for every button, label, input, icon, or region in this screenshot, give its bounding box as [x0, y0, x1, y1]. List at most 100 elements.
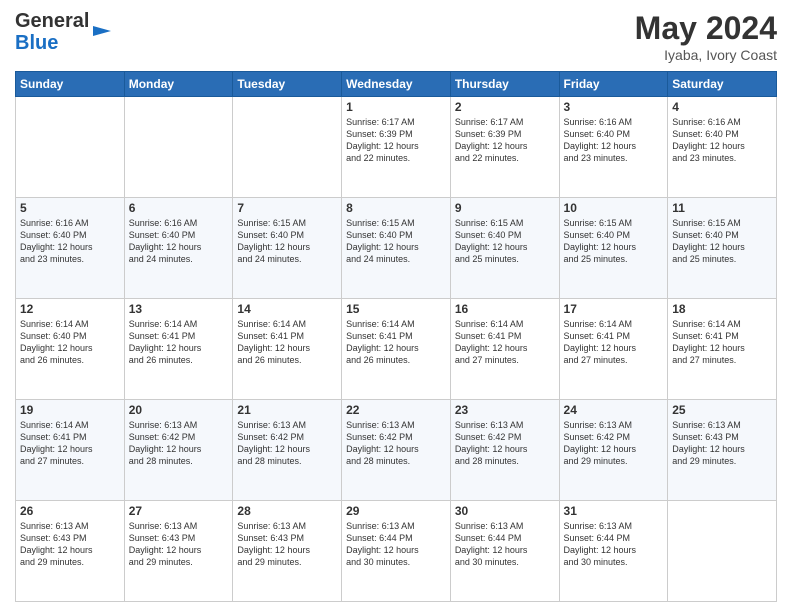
- day-number: 19: [20, 403, 120, 417]
- logo-arrow-icon: [93, 22, 111, 40]
- logo-text-block: General Blue: [15, 10, 111, 54]
- day-number: 31: [564, 504, 664, 518]
- day-info: Sunrise: 6:16 AM Sunset: 6:40 PM Dayligh…: [20, 217, 120, 266]
- calendar-cell: 13 Sunrise: 6:14 AM Sunset: 6:41 PM Dayli…: [124, 299, 233, 400]
- page-subtitle: Iyaba, Ivory Coast: [635, 47, 777, 63]
- day-info: Sunrise: 6:16 AM Sunset: 6:40 PM Dayligh…: [129, 217, 229, 266]
- calendar-day-header: Friday: [559, 72, 668, 97]
- day-info: Sunrise: 6:14 AM Sunset: 6:41 PM Dayligh…: [129, 318, 229, 367]
- day-info: Sunrise: 6:17 AM Sunset: 6:39 PM Dayligh…: [346, 116, 446, 165]
- calendar-cell: 1 Sunrise: 6:17 AM Sunset: 6:39 PM Daylig…: [342, 97, 451, 198]
- calendar-day-header: Wednesday: [342, 72, 451, 97]
- calendar-cell: 28 Sunrise: 6:13 AM Sunset: 6:43 PM Dayli…: [233, 501, 342, 602]
- day-number: 12: [20, 302, 120, 316]
- day-info: Sunrise: 6:13 AM Sunset: 6:44 PM Dayligh…: [564, 520, 664, 569]
- day-number: 11: [672, 201, 772, 215]
- logo-general: General: [15, 10, 89, 32]
- calendar-cell: 20 Sunrise: 6:13 AM Sunset: 6:42 PM Dayli…: [124, 400, 233, 501]
- calendar-cell: [668, 501, 777, 602]
- day-info: Sunrise: 6:13 AM Sunset: 6:42 PM Dayligh…: [237, 419, 337, 468]
- day-info: Sunrise: 6:13 AM Sunset: 6:42 PM Dayligh…: [455, 419, 555, 468]
- title-block: May 2024 Iyaba, Ivory Coast: [635, 10, 777, 63]
- calendar-cell: 2Sunrise: 6:17 AM Sunset: 6:39 PM Daylig…: [450, 97, 559, 198]
- day-info: Sunrise: 6:14 AM Sunset: 6:41 PM Dayligh…: [20, 419, 120, 468]
- day-info: Sunrise: 6:13 AM Sunset: 6:42 PM Dayligh…: [129, 419, 229, 468]
- day-info: Sunrise: 6:13 AM Sunset: 6:44 PM Dayligh…: [346, 520, 446, 569]
- day-info: Sunrise: 6:15 AM Sunset: 6:40 PM Dayligh…: [237, 217, 337, 266]
- calendar-cell: 15 Sunrise: 6:14 AM Sunset: 6:41 PM Dayli…: [342, 299, 451, 400]
- day-info: Sunrise: 6:13 AM Sunset: 6:43 PM Dayligh…: [237, 520, 337, 569]
- calendar-cell: 19 Sunrise: 6:14 AM Sunset: 6:41 PM Dayli…: [16, 400, 125, 501]
- calendar-cell: 4Sunrise: 6:16 AM Sunset: 6:40 PM Daylig…: [668, 97, 777, 198]
- day-info: Sunrise: 6:16 AM Sunset: 6:40 PM Dayligh…: [564, 116, 664, 165]
- day-number: 16: [455, 302, 555, 316]
- calendar-cell: 11 Sunrise: 6:15 AM Sunset: 6:40 PM Dayli…: [668, 198, 777, 299]
- calendar-cell: 17 Sunrise: 6:14 AM Sunset: 6:41 PM Dayli…: [559, 299, 668, 400]
- page: General Blue May 2024 Iyaba, Ivory Coast…: [0, 0, 792, 612]
- day-info: Sunrise: 6:13 AM Sunset: 6:44 PM Dayligh…: [455, 520, 555, 569]
- calendar-week-row: 1 Sunrise: 6:17 AM Sunset: 6:39 PM Daylig…: [16, 97, 777, 198]
- day-info: Sunrise: 6:14 AM Sunset: 6:41 PM Dayligh…: [564, 318, 664, 367]
- calendar-day-header: Tuesday: [233, 72, 342, 97]
- calendar-cell: 22Sunrise: 6:13 AM Sunset: 6:42 PM Dayli…: [342, 400, 451, 501]
- day-number: 20: [129, 403, 229, 417]
- day-info: Sunrise: 6:14 AM Sunset: 6:41 PM Dayligh…: [672, 318, 772, 367]
- day-number: 26: [20, 504, 120, 518]
- day-number: 6: [129, 201, 229, 215]
- day-info: Sunrise: 6:15 AM Sunset: 6:40 PM Dayligh…: [672, 217, 772, 266]
- day-number: 15: [346, 302, 446, 316]
- day-info: Sunrise: 6:14 AM Sunset: 6:41 PM Dayligh…: [346, 318, 446, 367]
- day-info: Sunrise: 6:13 AM Sunset: 6:43 PM Dayligh…: [129, 520, 229, 569]
- calendar-cell: 27 Sunrise: 6:13 AM Sunset: 6:43 PM Dayli…: [124, 501, 233, 602]
- calendar-cell: 3Sunrise: 6:16 AM Sunset: 6:40 PM Daylig…: [559, 97, 668, 198]
- calendar-cell: 12 Sunrise: 6:14 AM Sunset: 6:40 PM Dayli…: [16, 299, 125, 400]
- day-number: 21: [237, 403, 337, 417]
- calendar-cell: 23 Sunrise: 6:13 AM Sunset: 6:42 PM Dayli…: [450, 400, 559, 501]
- logo-blue: Blue: [15, 32, 58, 54]
- header: General Blue May 2024 Iyaba, Ivory Coast: [15, 10, 777, 63]
- calendar-day-header: Monday: [124, 72, 233, 97]
- day-number: 13: [129, 302, 229, 316]
- day-number: 25: [672, 403, 772, 417]
- day-info: Sunrise: 6:14 AM Sunset: 6:41 PM Dayligh…: [237, 318, 337, 367]
- day-info: Sunrise: 6:15 AM Sunset: 6:40 PM Dayligh…: [346, 217, 446, 266]
- calendar-week-row: 12 Sunrise: 6:14 AM Sunset: 6:40 PM Dayli…: [16, 299, 777, 400]
- calendar-cell: 26 Sunrise: 6:13 AM Sunset: 6:43 PM Dayli…: [16, 501, 125, 602]
- day-number: 8: [346, 201, 446, 215]
- calendar-cell: 21 Sunrise: 6:13 AM Sunset: 6:42 PM Dayli…: [233, 400, 342, 501]
- day-number: 17: [564, 302, 664, 316]
- day-number: 27: [129, 504, 229, 518]
- day-number: 28: [237, 504, 337, 518]
- calendar-week-row: 26 Sunrise: 6:13 AM Sunset: 6:43 PM Dayli…: [16, 501, 777, 602]
- day-number: 30: [455, 504, 555, 518]
- calendar-day-header: Thursday: [450, 72, 559, 97]
- calendar-day-header: Saturday: [668, 72, 777, 97]
- calendar-cell: 24Sunrise: 6:13 AM Sunset: 6:42 PM Dayli…: [559, 400, 668, 501]
- day-info: Sunrise: 6:15 AM Sunset: 6:40 PM Dayligh…: [564, 217, 664, 266]
- day-number: 23: [455, 403, 555, 417]
- day-number: 24: [564, 403, 664, 417]
- day-number: 9: [455, 201, 555, 215]
- calendar-day-header: Sunday: [16, 72, 125, 97]
- day-number: 5: [20, 201, 120, 215]
- day-info: Sunrise: 6:13 AM Sunset: 6:43 PM Dayligh…: [672, 419, 772, 468]
- day-info: Sunrise: 6:13 AM Sunset: 6:43 PM Dayligh…: [20, 520, 120, 569]
- day-info: Sunrise: 6:15 AM Sunset: 6:40 PM Dayligh…: [455, 217, 555, 266]
- day-number: 1: [346, 100, 446, 114]
- calendar-week-row: 19 Sunrise: 6:14 AM Sunset: 6:41 PM Dayli…: [16, 400, 777, 501]
- calendar-cell: 14Sunrise: 6:14 AM Sunset: 6:41 PM Dayli…: [233, 299, 342, 400]
- day-info: Sunrise: 6:17 AM Sunset: 6:39 PM Dayligh…: [455, 116, 555, 165]
- day-number: 4: [672, 100, 772, 114]
- day-info: Sunrise: 6:14 AM Sunset: 6:40 PM Dayligh…: [20, 318, 120, 367]
- calendar-cell: 31 Sunrise: 6:13 AM Sunset: 6:44 PM Dayli…: [559, 501, 668, 602]
- calendar-cell: [233, 97, 342, 198]
- calendar-table: SundayMondayTuesdayWednesdayThursdayFrid…: [15, 71, 777, 602]
- calendar-header-row: SundayMondayTuesdayWednesdayThursdayFrid…: [16, 72, 777, 97]
- day-number: 18: [672, 302, 772, 316]
- calendar-cell: [16, 97, 125, 198]
- day-info: Sunrise: 6:13 AM Sunset: 6:42 PM Dayligh…: [346, 419, 446, 468]
- calendar-cell: 7Sunrise: 6:15 AM Sunset: 6:40 PM Daylig…: [233, 198, 342, 299]
- calendar-cell: 25 Sunrise: 6:13 AM Sunset: 6:43 PM Dayli…: [668, 400, 777, 501]
- day-info: Sunrise: 6:14 AM Sunset: 6:41 PM Dayligh…: [455, 318, 555, 367]
- page-title: May 2024: [635, 10, 777, 47]
